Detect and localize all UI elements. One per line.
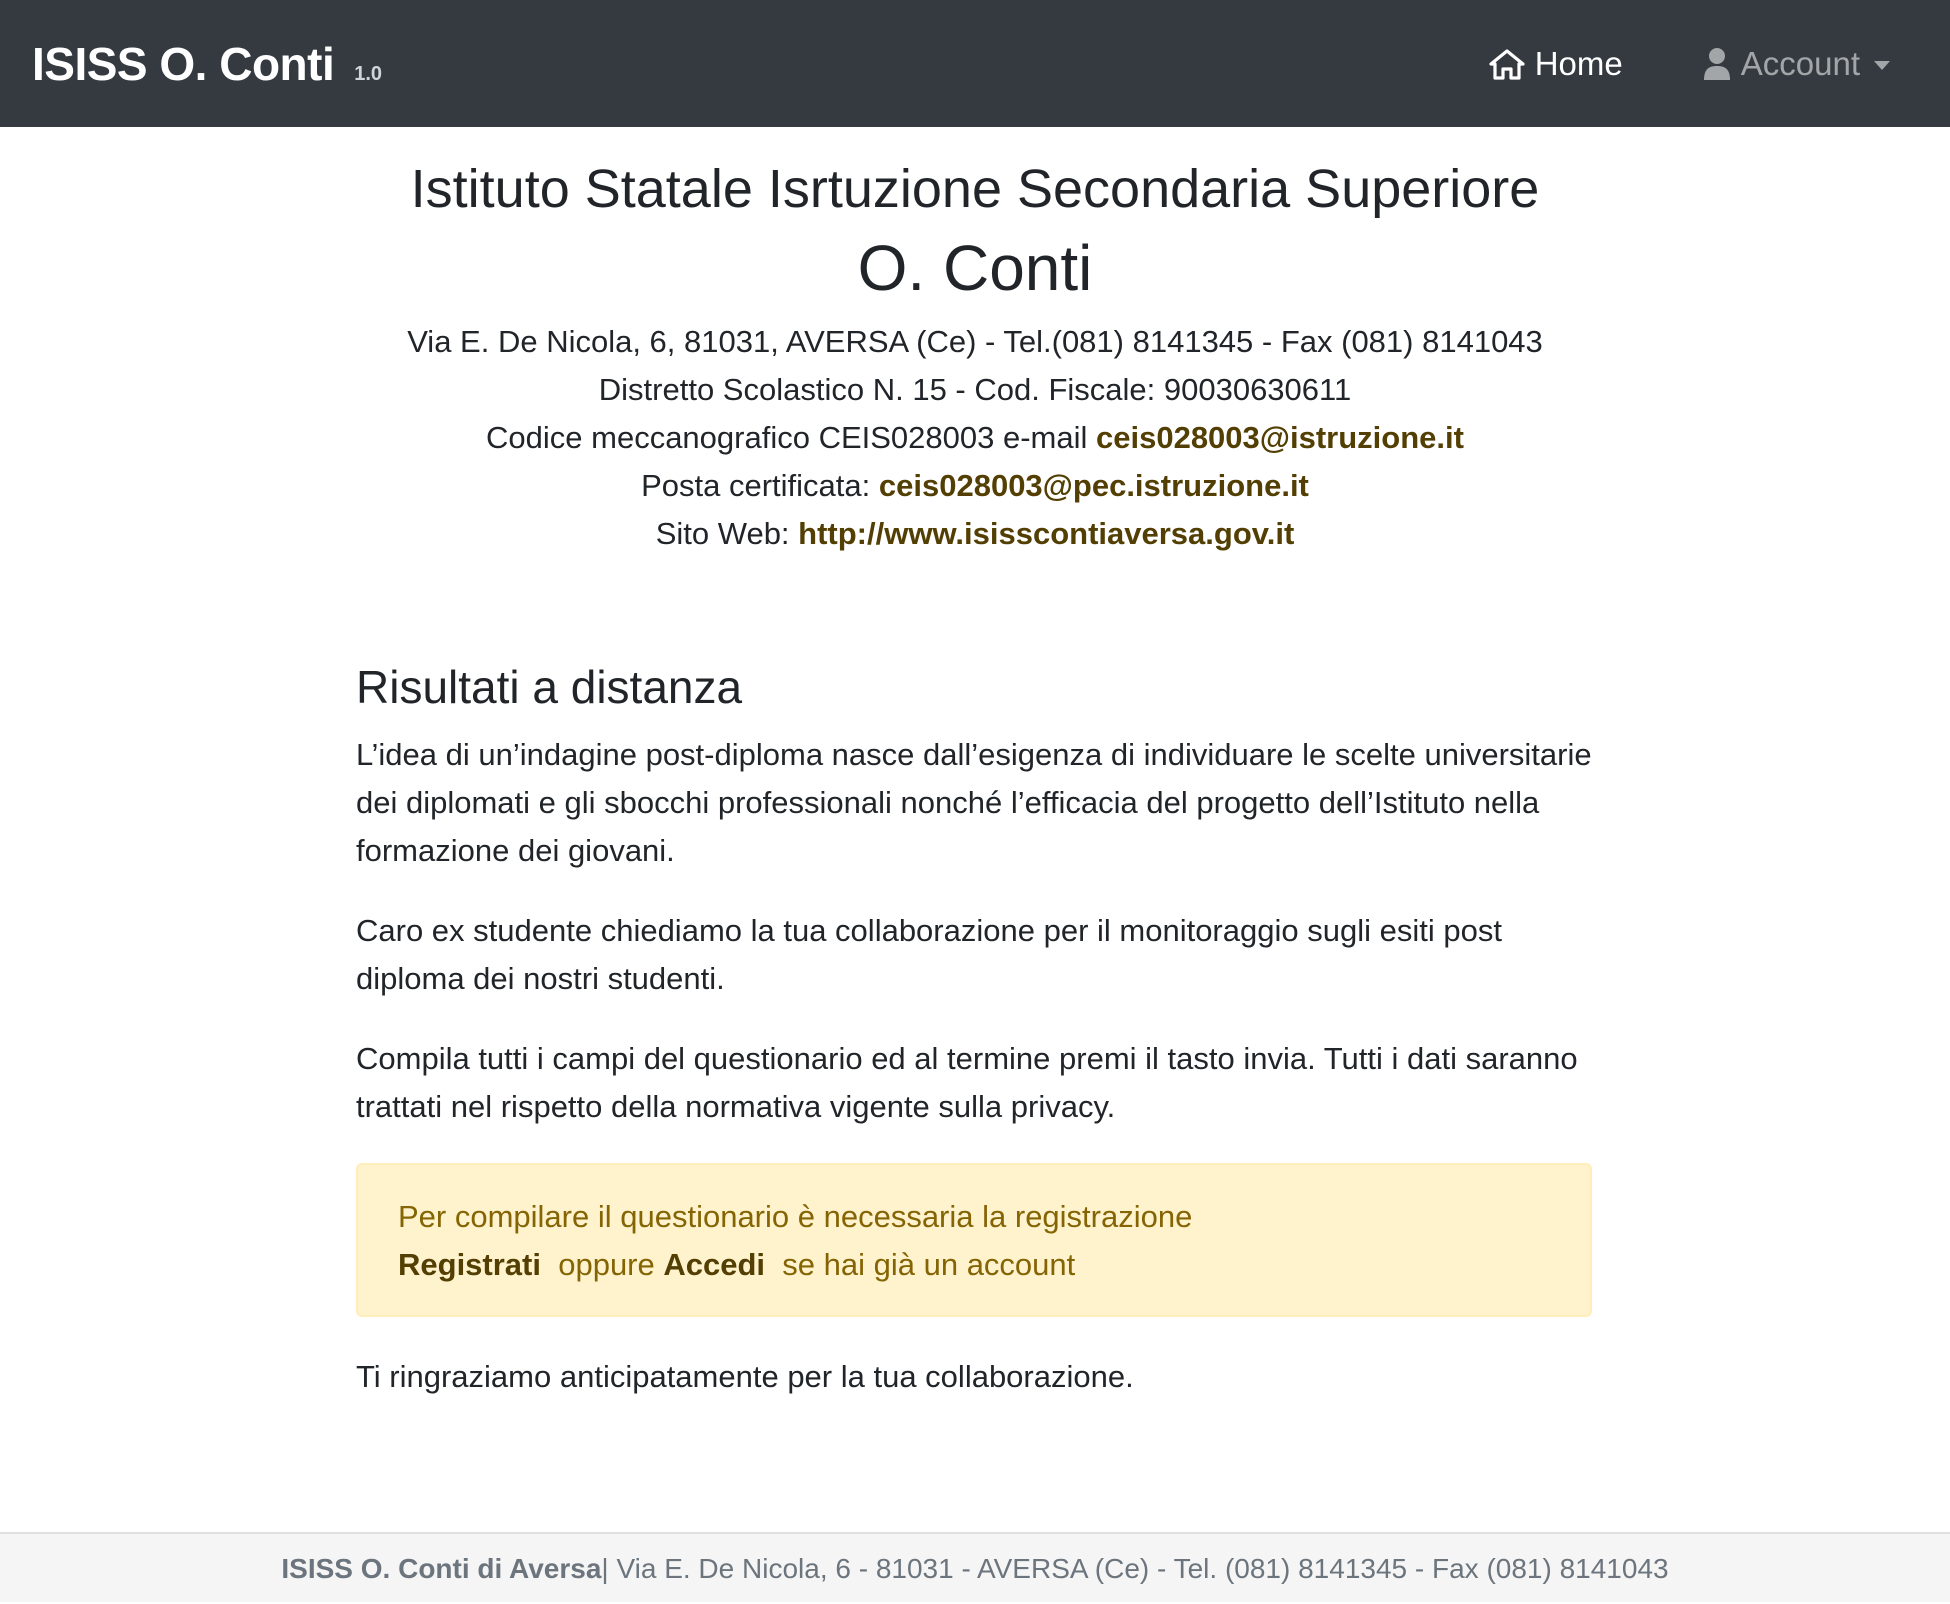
institute-name: O. Conti — [857, 231, 1093, 304]
section-title: Risultati a distanza — [356, 661, 743, 713]
nav-account-dropdown[interactable]: Account — [1703, 45, 1890, 83]
site-prefix: Sito Web: — [655, 515, 799, 551]
registration-alert: Per compilare il questionario è necessar… — [356, 1163, 1592, 1318]
institute-header: Istituto Statale Isrtuzione Secondaria S… — [0, 127, 1950, 558]
alert-suffix: se hai già un account — [782, 1247, 1076, 1283]
login-link[interactable]: Accedi — [663, 1247, 765, 1282]
nav-account-label: Account — [1740, 44, 1860, 82]
intro-paragraph: L’idea di un’indagine post-diploma nasce… — [356, 737, 1592, 869]
instructions-paragraph: Compila tutti i campi del questionario e… — [356, 1041, 1578, 1125]
institute-title: Istituto Statale Isrtuzione Secondaria S… — [410, 159, 1540, 219]
brand-link[interactable]: ISISS O. Conti 1.0 — [32, 37, 382, 91]
footer-brand: ISISS O. Conti di Aversa — [281, 1553, 602, 1584]
brand-name: ISISS O. Conti — [32, 37, 335, 90]
register-link[interactable]: Registrati — [398, 1247, 541, 1282]
nav-right: Home Account — [1489, 0, 1918, 127]
code-line: Codice meccanografico CEIS028003 e-mail … — [0, 414, 1950, 462]
site-line: Sito Web: http://www.isisscontiaversa.go… — [0, 510, 1950, 558]
brand-version: 1.0 — [354, 62, 383, 85]
main-content: Risultati a distanza L’idea di un’indagi… — [356, 660, 1592, 1433]
email-link[interactable]: ceis028003@istruzione.it — [1096, 420, 1464, 455]
thanks-paragraph: Ti ringraziamo anticipatamente per la tu… — [356, 1359, 1134, 1395]
footer-text: | Via E. De Nicola, 6 - 81031 - AVERSA (… — [601, 1553, 1669, 1584]
district-line: Distretto Scolastico N. 15 - Cod. Fiscal… — [598, 371, 1352, 407]
top-navbar: ISISS O. Conti 1.0 Home Account — [0, 0, 1950, 127]
request-paragraph: Caro ex studente chiediamo la tua collab… — [356, 913, 1502, 997]
nav-home-label: Home — [1534, 44, 1623, 82]
pec-prefix: Posta certificata: — [641, 467, 879, 503]
nav-home-link[interactable]: Home — [1489, 45, 1623, 83]
alert-or-text: oppure — [558, 1247, 655, 1283]
alert-message: Per compilare il questionario è necessar… — [398, 1199, 1193, 1235]
pec-line: Posta certificata: ceis028003@pec.istruz… — [0, 462, 1950, 510]
user-icon — [1703, 47, 1731, 81]
page-footer: ISISS O. Conti di Aversa| Via E. De Nico… — [0, 1532, 1950, 1602]
institute-info: Via E. De Nicola, 6, 81031, AVERSA (Ce) … — [0, 318, 1950, 558]
pec-link[interactable]: ceis028003@pec.istruzione.it — [879, 468, 1309, 503]
code-prefix: Codice meccanografico CEIS028003 e-mail — [486, 419, 1096, 455]
website-link[interactable]: http://www.isisscontiaversa.gov.it — [798, 516, 1294, 551]
home-icon — [1489, 48, 1525, 80]
chevron-down-icon — [1874, 61, 1890, 70]
alert-actions: Registrati oppure Accedi se hai già un a… — [398, 1241, 1550, 1289]
address-line: Via E. De Nicola, 6, 81031, AVERSA (Ce) … — [407, 323, 1543, 359]
